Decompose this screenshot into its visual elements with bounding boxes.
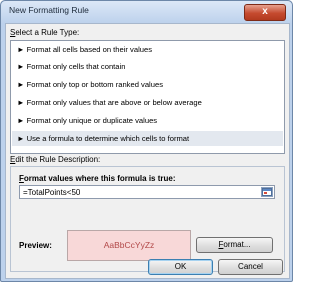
arrow-icon: ► — [17, 116, 25, 125]
cancel-button[interactable]: Cancel — [218, 259, 283, 275]
range-select-icon — [262, 188, 272, 196]
format-button[interactable]: Format... — [196, 237, 273, 253]
formula-input[interactable]: =TotalPoints<50 — [19, 185, 275, 199]
arrow-icon: ► — [17, 98, 25, 107]
rule-type-item[interactable]: ► Format only unique or duplicate values — [12, 113, 283, 128]
formula-value: =TotalPoints<50 — [23, 188, 81, 197]
new-formatting-rule-dialog: New Formatting Rule x Select a Rule Type… — [0, 0, 293, 282]
close-icon: x — [262, 6, 268, 17]
edit-rule-description-label: Edit the Rule Description: — [10, 155, 101, 164]
preview-label: Preview: — [19, 241, 52, 250]
select-rule-type-label: Select a Rule Type: — [10, 28, 80, 37]
format-preview: AaBbCcYyZz — [67, 230, 191, 261]
arrow-icon: ► — [17, 134, 25, 143]
rule-type-item[interactable]: ► Format only cells that contain — [12, 59, 283, 74]
dialog-title: New Formatting Rule — [9, 5, 89, 15]
formula-label: Format values where this formula is true… — [19, 174, 176, 183]
rule-type-list[interactable]: ► Format all cells based on their values… — [10, 40, 285, 154]
arrow-icon: ► — [17, 62, 25, 71]
ok-button[interactable]: OK — [148, 259, 213, 275]
title-bar: New Formatting Rule x — [1, 1, 292, 23]
rule-description-panel: Format values where this formula is true… — [10, 166, 285, 272]
collapse-dialog-button[interactable] — [261, 187, 273, 197]
arrow-icon: ► — [17, 80, 25, 89]
dialog-body: Select a Rule Type: ► Format all cells b… — [5, 23, 290, 279]
rule-type-item[interactable]: ► Format only top or bottom ranked value… — [12, 77, 283, 92]
rule-type-item[interactable]: ► Format all cells based on their values — [12, 42, 283, 57]
arrow-icon: ► — [17, 45, 25, 54]
close-button[interactable]: x — [244, 4, 286, 21]
rule-type-item-selected[interactable]: ► Use a formula to determine which cells… — [12, 131, 283, 146]
rule-type-item[interactable]: ► Format only values that are above or b… — [12, 95, 283, 110]
